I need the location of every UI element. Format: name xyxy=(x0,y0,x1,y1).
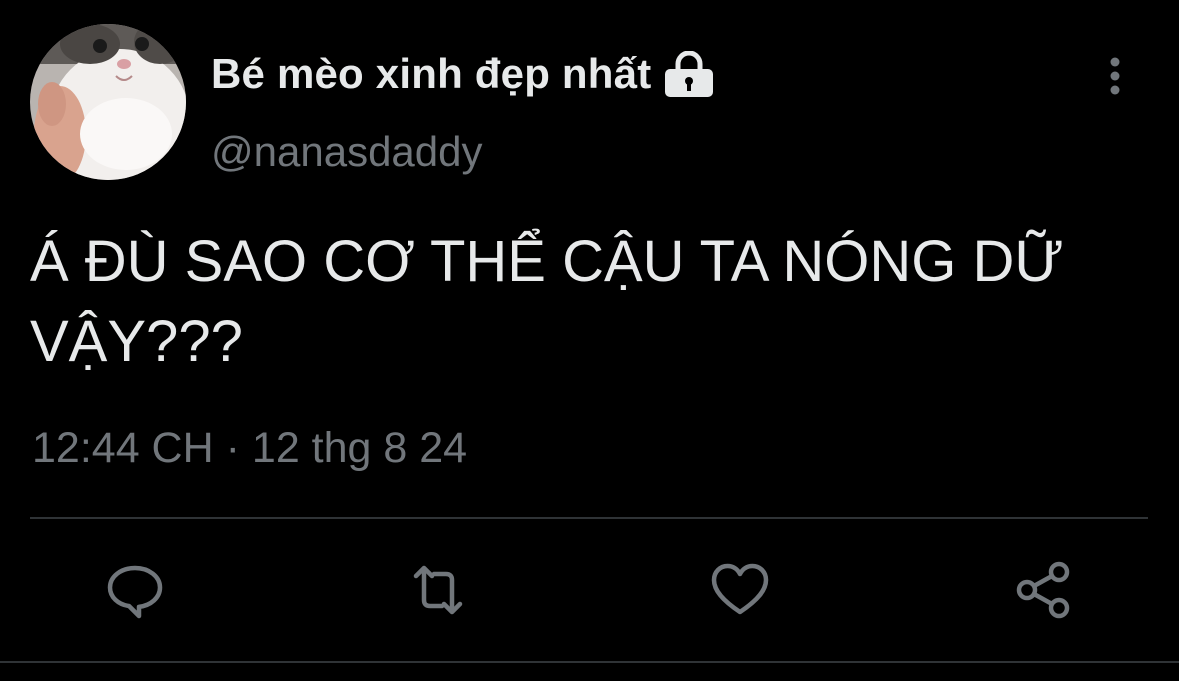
author-name-row: Bé mèo xinh đẹp nhất xyxy=(211,46,715,102)
share-icon xyxy=(1016,561,1070,619)
reply-button[interactable] xyxy=(105,560,165,620)
bottom-divider xyxy=(0,661,1179,663)
tweet-text: Á ĐÙ SAO CƠ THỂ CẬU TA NÓNG DỮ VẬY??? xyxy=(30,229,1064,374)
share-button[interactable] xyxy=(1013,560,1073,620)
retweet-icon xyxy=(413,565,463,615)
divider xyxy=(30,517,1148,519)
lock-icon xyxy=(663,50,715,97)
display-name[interactable]: Bé mèo xinh đẹp nhất xyxy=(211,50,651,98)
author-handle[interactable]: @nanasdaddy xyxy=(211,128,483,176)
like-button[interactable] xyxy=(710,560,770,620)
heart-icon xyxy=(711,563,769,615)
timestamp-separator: · xyxy=(225,424,240,472)
retweet-button[interactable] xyxy=(408,560,468,620)
more-options-button[interactable] xyxy=(1098,54,1132,98)
more-vertical-icon xyxy=(1110,57,1120,95)
avatar[interactable] xyxy=(30,24,186,180)
tweet-time: 12:44 CH xyxy=(32,424,214,472)
tweet-date: 12 thg 8 24 xyxy=(251,424,468,472)
timestamp[interactable]: 12:44 CH · 12 thg 8 24 xyxy=(32,424,467,473)
cat-avatar-icon xyxy=(30,24,186,180)
tweet-detail: Bé mèo xinh đẹp nhất @nanasdaddy Á ĐÙ SA… xyxy=(0,0,1179,681)
comment-icon xyxy=(107,565,163,619)
